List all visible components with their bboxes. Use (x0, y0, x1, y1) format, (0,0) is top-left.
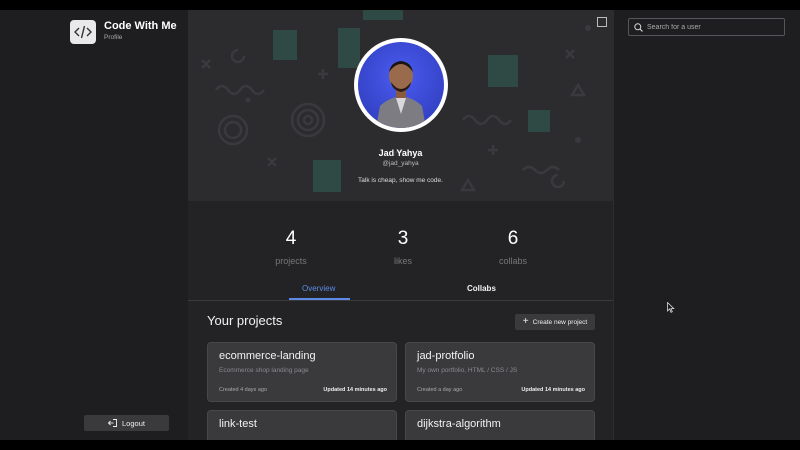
project-title: link-test (219, 418, 257, 430)
stat-label: projects (275, 256, 307, 266)
project-title: jad-protfolio (417, 350, 475, 362)
project-card[interactable]: jad-protfolio My own portfolio, HTML / C… (405, 342, 595, 402)
top-letterbox (0, 0, 800, 10)
project-updated: Updated 14 minutes ago (323, 387, 387, 393)
app-title: Code With Me (104, 20, 177, 32)
tab-overview[interactable]: Overview (302, 284, 335, 293)
tab-collabs[interactable]: Collabs (467, 284, 496, 293)
app-subtitle: Profile (104, 34, 123, 41)
plus-icon: + (522, 316, 529, 327)
projects-section-title: Your projects (207, 313, 283, 328)
profile-name: Jad Yahya (378, 148, 423, 158)
project-card[interactable]: dijkstra-algorithm (405, 410, 595, 440)
active-tab-indicator (289, 298, 350, 300)
avatar[interactable] (354, 38, 448, 132)
profile-tabs: Overview Collabs (188, 280, 613, 301)
profile-banner: Jad Yahya @jad_yahya Talk is cheap, show… (188, 10, 613, 201)
user-search[interactable] (628, 18, 785, 36)
profile-stats: 4 projects 3 likes 6 collabs (188, 201, 613, 271)
code-logo-icon[interactable] (70, 20, 96, 44)
logout-button[interactable]: Logout (84, 415, 169, 431)
stat-label: collabs (498, 256, 527, 266)
stat-projects: 4 projects (251, 228, 331, 266)
project-description: Ecommerce shop landing page (219, 367, 309, 374)
stat-value: 3 (397, 228, 409, 249)
expand-icon[interactable] (597, 17, 607, 27)
profile-handle: @jad_yahya (382, 160, 419, 167)
avatar-photo (358, 42, 444, 128)
right-panel (614, 10, 800, 440)
logout-label: Logout (122, 418, 145, 428)
project-title: ecommerce-landing (219, 350, 316, 362)
search-input[interactable] (647, 23, 777, 31)
project-description: My own portfolio, HTML / CSS / JS (417, 367, 518, 374)
project-card[interactable]: ecommerce-landing Ecommerce shop landing… (207, 342, 397, 402)
stat-value: 4 (285, 228, 297, 249)
cursor-icon (667, 302, 675, 313)
stat-collabs: 6 collabs (473, 228, 553, 266)
project-title: dijkstra-algorithm (417, 418, 501, 430)
left-sidebar: Code With Me Profile Logout (0, 10, 189, 440)
logout-icon (108, 419, 117, 427)
project-created: Created a day ago (417, 387, 463, 393)
stat-label: likes (393, 256, 412, 266)
app-window: Code With Me Profile Logout Jad Yahya @j… (0, 10, 800, 440)
search-icon (634, 22, 643, 32)
main-content: Jad Yahya @jad_yahya Talk is cheap, show… (188, 10, 614, 440)
bottom-letterbox (0, 440, 800, 450)
create-project-label: Create new project (532, 318, 588, 326)
project-updated: Updated 14 minutes ago (521, 387, 585, 393)
create-project-button[interactable]: + Create new project (515, 314, 595, 330)
project-created: Created 4 days ago (219, 387, 268, 393)
stat-value: 6 (507, 228, 519, 249)
project-card[interactable]: link-test (207, 410, 397, 440)
profile-bio: Talk is cheap, show me code. (358, 177, 443, 184)
stat-likes: 3 likes (363, 228, 443, 266)
